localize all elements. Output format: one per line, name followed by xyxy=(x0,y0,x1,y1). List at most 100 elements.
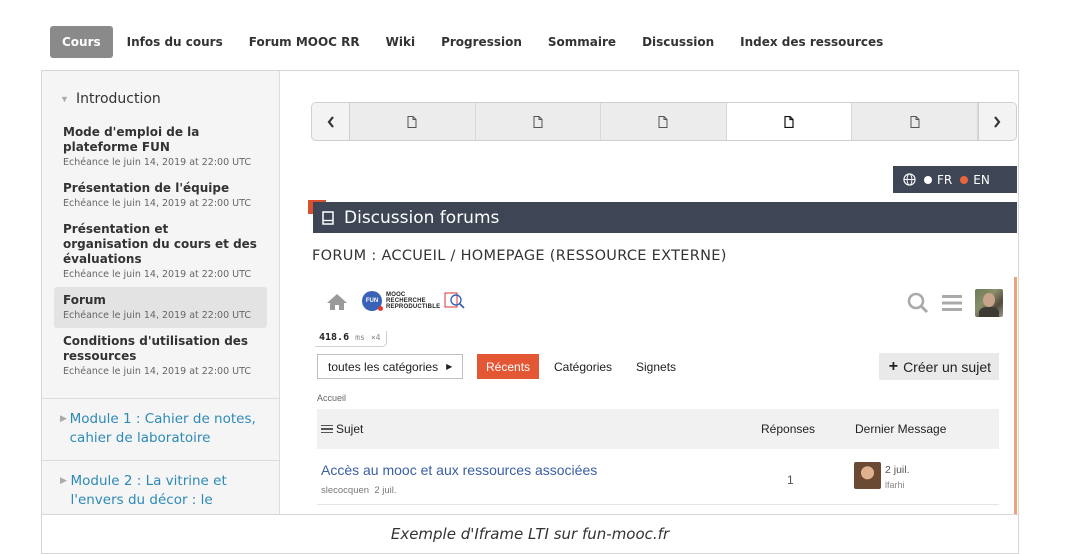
tab-discussion[interactable]: Discussion xyxy=(629,26,727,58)
figure-caption: Exemple d'Iframe LTI sur fun-mooc.fr xyxy=(41,515,1019,554)
language-fr-label[interactable]: FR xyxy=(937,173,952,187)
unit-tab-1[interactable] xyxy=(350,103,476,140)
course-outline-sidebar: ▼ Introduction Mode d'emploi de la plate… xyxy=(42,71,280,514)
sequence-due-date: Echéance le juin 14, 2019 at 22:00 UTC xyxy=(63,269,251,280)
topic-table-header: Sujet Réponses Dernier Message xyxy=(317,409,999,449)
tab-wiki[interactable]: Wiki xyxy=(373,26,428,58)
unit-tab-5[interactable] xyxy=(852,103,978,140)
sequence-name: Mode d'emploi de la plateforme FUN xyxy=(63,125,200,154)
sequence-navigation xyxy=(311,102,1017,141)
last-poster-avatar[interactable] xyxy=(854,462,881,489)
logo-line: REPRODUCTIBLE xyxy=(386,304,441,310)
module-title: Module 1 : Cahier de notes, cahier de la… xyxy=(69,411,256,446)
plus-icon: + xyxy=(888,357,899,375)
forum-breadcrumb[interactable]: Accueil xyxy=(317,393,346,403)
document-icon xyxy=(533,115,543,128)
sidebar-item-mode-emploi[interactable]: Mode d'emploi de la plateforme FUN Echéa… xyxy=(42,119,267,175)
reproducible-search-icon xyxy=(444,292,465,309)
last-message-date[interactable]: 2 juil. xyxy=(885,464,910,476)
chapter-introduction[interactable]: ▼ Introduction xyxy=(42,71,279,111)
timing-value: 418.6 xyxy=(319,332,350,343)
tab-signets[interactable]: Signets xyxy=(627,354,685,379)
sequence-list: Mode d'emploi de la plateforme FUN Echéa… xyxy=(42,111,279,384)
forum-controls: toutes les catégories ▶ Récents Catégori… xyxy=(317,352,999,380)
sidebar-item-conditions[interactable]: Conditions d'utilisation des ressources … xyxy=(42,328,267,384)
chevron-right-icon: ▶ xyxy=(60,475,67,485)
tab-recents[interactable]: Récents xyxy=(477,354,540,379)
forum-logo[interactable]: FUN MOOC RECHERCHE REPRODUCTIBLE xyxy=(362,291,466,311)
sidebar-module-2[interactable]: ▶ Module 2 : La vitrine et l'envers du d… xyxy=(42,460,279,514)
tab-index-des-ressources[interactable]: Index des ressources xyxy=(727,26,896,58)
language-en-label[interactable]: EN xyxy=(973,173,990,187)
timing-multiplier: ×4 xyxy=(370,333,381,342)
home-icon[interactable] xyxy=(326,293,348,311)
chevron-down-icon: ▼ xyxy=(60,93,69,104)
sequence-due-date: Echéance le juin 14, 2019 at 22:00 UTC xyxy=(63,310,251,321)
language-switcher: FR EN xyxy=(893,166,1017,193)
document-icon xyxy=(407,115,417,128)
tab-cours[interactable]: Cours xyxy=(50,26,113,58)
course-content: FR EN Discussion forums FORUM : ACCUEIL … xyxy=(281,71,1018,514)
tab-sommaire[interactable]: Sommaire xyxy=(535,26,629,58)
globe-icon xyxy=(903,173,916,186)
unit-tab-4[interactable] xyxy=(726,103,853,140)
course-frame: ▼ Introduction Mode d'emploi de la plate… xyxy=(41,70,1019,515)
caret-right-icon: ▶ xyxy=(446,362,453,371)
create-topic-button[interactable]: + Créer un sujet xyxy=(878,353,999,380)
tab-forum-mooc-rr[interactable]: Forum MOOC RR xyxy=(236,26,373,58)
fun-logo-badge: FUN xyxy=(362,291,383,311)
mooc-rr-logo-text: MOOC RECHERCHE REPRODUCTIBLE xyxy=(386,292,440,310)
document-icon xyxy=(910,115,920,128)
column-replies[interactable]: Réponses xyxy=(761,422,815,436)
topic-date: 2 juil. xyxy=(374,485,397,496)
create-topic-label: Créer un sujet xyxy=(903,358,991,375)
forum-toolbar xyxy=(907,289,1003,317)
module-title: Module 2 : La vitrine et l'envers du déc… xyxy=(70,473,227,508)
column-last-message[interactable]: Dernier Message xyxy=(855,422,946,436)
unit-tab-3[interactable] xyxy=(601,103,727,140)
hamburger-menu-icon[interactable] xyxy=(941,294,963,312)
document-icon xyxy=(784,115,794,128)
last-message-user[interactable]: lfarhi xyxy=(885,480,905,490)
sequence-due-date: Echéance le juin 14, 2019 at 22:00 UTC xyxy=(63,366,251,377)
sidebar-item-forum[interactable]: Forum Echéance le juin 14, 2019 at 22:00… xyxy=(54,287,267,328)
unit-subtitle: FORUM : ACCUEIL / HOMEPAGE (RESSOURCE EX… xyxy=(312,248,727,264)
next-unit-button[interactable] xyxy=(977,103,1016,140)
sequence-name: Forum xyxy=(63,293,106,307)
sidebar-module-1[interactable]: ▶ Module 1 : Cahier de notes, cahier de … xyxy=(42,398,279,460)
unit-title-bar: Discussion forums xyxy=(313,202,1017,233)
table-row: Accès au mooc et aux ressources associée… xyxy=(317,455,999,505)
unit-tab-2[interactable] xyxy=(475,103,602,140)
topic-meta: slecocquen 2 juil. xyxy=(321,485,397,496)
timing-unit: ms xyxy=(355,333,365,342)
sequence-due-date: Echéance le juin 14, 2019 at 22:00 UTC xyxy=(63,157,251,168)
tab-infos-du-cours[interactable]: Infos du cours xyxy=(114,26,236,58)
sidebar-item-presentation-organisation[interactable]: Présentation et organisation du cours et… xyxy=(42,216,267,287)
column-topic-label: Sujet xyxy=(336,422,364,436)
topic-title-link[interactable]: Accès au mooc et aux ressources associée… xyxy=(321,462,597,478)
sidebar-item-presentation-equipe[interactable]: Présentation de l'équipe Echéance le jui… xyxy=(42,175,267,216)
profiler-timing-badge[interactable]: 418.6 ms ×4 xyxy=(315,331,388,347)
category-dropdown-label: toutes les catégories xyxy=(328,359,439,374)
language-en-radio[interactable] xyxy=(960,175,969,184)
user-avatar[interactable] xyxy=(975,289,1003,317)
unit-title: Discussion forums xyxy=(344,207,500,228)
previous-unit-button[interactable] xyxy=(312,103,350,140)
document-icon xyxy=(658,115,668,128)
chevron-right-icon: ▶ xyxy=(60,413,67,423)
chevron-right-icon xyxy=(994,115,1001,128)
category-dropdown[interactable]: toutes les catégories ▶ xyxy=(317,354,464,379)
tab-progression[interactable]: Progression xyxy=(428,26,535,58)
lti-iframe-forum: FUN MOOC RECHERCHE REPRODUCTIBLE 418.6 m xyxy=(311,277,1017,514)
search-icon[interactable] xyxy=(907,292,929,314)
list-icon xyxy=(321,424,333,434)
chevron-left-icon xyxy=(327,115,334,128)
tab-categories[interactable]: Catégories xyxy=(545,354,621,379)
language-fr-radio[interactable] xyxy=(924,175,932,184)
sequence-name: Conditions d'utilisation des ressources xyxy=(63,334,249,363)
sequence-due-date: Echéance le juin 14, 2019 at 22:00 UTC xyxy=(63,198,251,209)
sequence-name: Présentation de l'équipe xyxy=(63,181,230,195)
topic-author[interactable]: slecocquen xyxy=(321,485,369,496)
book-icon xyxy=(322,210,334,225)
column-topic[interactable]: Sujet xyxy=(321,422,363,436)
